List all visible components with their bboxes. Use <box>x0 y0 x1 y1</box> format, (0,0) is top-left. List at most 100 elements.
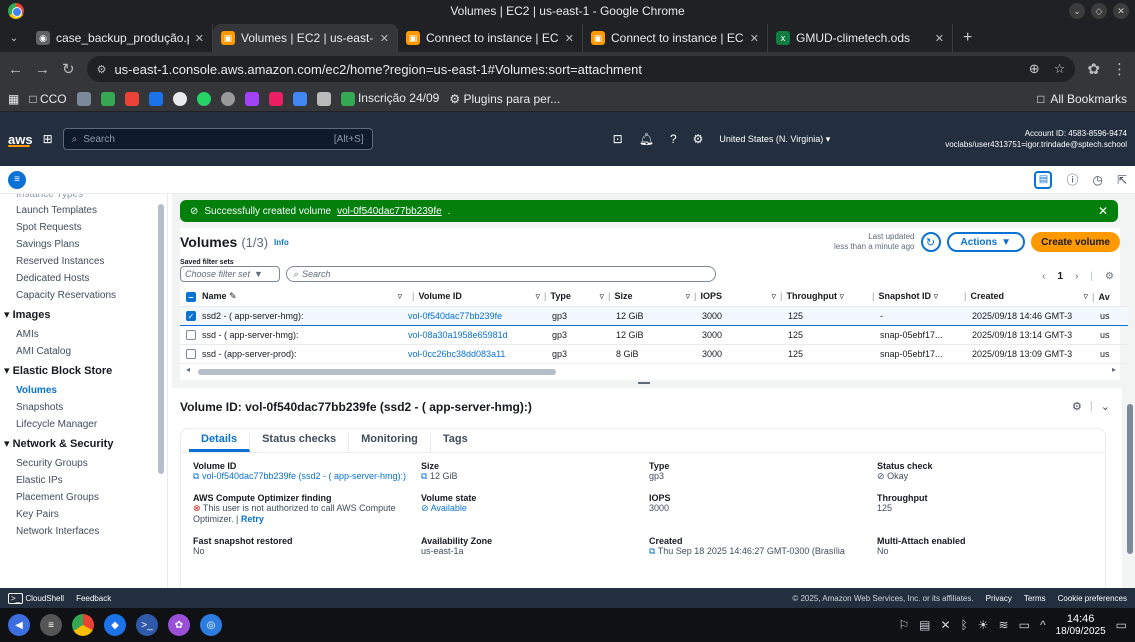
cookie-preferences-link[interactable]: Cookie preferences <box>1058 594 1127 603</box>
bookmark-star-icon[interactable]: ☆ <box>1054 61 1066 77</box>
sidebar-item-key-pairs[interactable]: Key Pairs <box>16 506 167 523</box>
privacy-link[interactable]: Privacy <box>986 594 1012 603</box>
table-horizontal-scrollbar[interactable]: ◂ ▸ <box>186 365 1116 376</box>
content-vertical-scrollbar[interactable] <box>1127 404 1133 554</box>
clock-icon[interactable]: ◷ <box>1092 173 1102 187</box>
files-icon[interactable]: ≡ <box>40 614 62 636</box>
tab-monitoring[interactable]: Monitoring <box>349 433 431 452</box>
whatsapp-icon[interactable] <box>196 91 211 106</box>
browser-tab-active[interactable]: ▣ Volumes | EC2 | us-east-1 ✕ <box>213 24 398 52</box>
split-panel-handle[interactable] <box>172 382 1135 386</box>
sidebar-item-network-interfaces[interactable]: Network Interfaces <box>16 523 167 540</box>
side-nav-toggle-icon[interactable]: ≡ <box>8 170 26 189</box>
cell-volume-id[interactable]: vol-0f540dac77bb239fe <box>402 305 540 326</box>
bookmark-icon[interactable] <box>76 91 91 106</box>
prev-page-icon[interactable]: ‹ <box>1042 271 1045 282</box>
copy-icon[interactable]: ⧉ <box>649 546 655 556</box>
scroll-thumb[interactable] <box>198 369 556 375</box>
close-tab-icon[interactable]: ✕ <box>750 32 759 45</box>
drag-handle-icon[interactable] <box>638 382 650 384</box>
app-icon[interactable]: ◆ <box>104 614 126 636</box>
close-window-icon[interactable]: ✕ <box>1113 3 1129 19</box>
account-menu[interactable]: Account ID: 4583-8596-9474 voclabs/user4… <box>945 128 1127 150</box>
col-snapshot-id[interactable]: | Snapshot ID ▿ <box>868 288 960 307</box>
sidebar-scrollbar[interactable] <box>158 204 164 474</box>
col-az[interactable]: | Av <box>1088 288 1128 307</box>
battery-icon[interactable]: ▭ <box>1019 618 1030 632</box>
row-checkbox[interactable] <box>186 329 196 340</box>
table-row[interactable]: ssd - ( app-server-hmg): vol-08a30a1958e… <box>180 325 1128 345</box>
notifications-tray-icon[interactable]: ▭ <box>1116 618 1127 632</box>
info-link[interactable]: Info <box>274 238 289 247</box>
tab-details[interactable]: Details <box>189 433 251 452</box>
cloudshell-link[interactable]: >_ CloudShell <box>8 592 64 604</box>
clipboard-icon[interactable]: ▤ <box>919 618 930 632</box>
zoom-icon[interactable]: ⊕ <box>1029 61 1040 77</box>
url-input[interactable]: ⚙ us-east-1.console.aws.amazon.com/ec2/h… <box>86 56 1076 82</box>
reload-icon[interactable]: ↻ <box>62 60 75 78</box>
bookmark-inscricao[interactable]: Inscrição 24/09 <box>340 91 439 106</box>
sidebar-item-ami-catalog[interactable]: AMI Catalog <box>16 343 167 360</box>
tab-status-checks[interactable]: Status checks <box>250 433 350 452</box>
extension-icon[interactable]: ✿ <box>1087 60 1100 78</box>
col-name[interactable]: Name ✎ ▿ <box>202 288 402 307</box>
feedback-link[interactable]: Feedback <box>76 594 111 603</box>
close-tab-icon[interactable]: ✕ <box>195 32 204 45</box>
refresh-button[interactable]: ↻ <box>920 232 941 252</box>
bookmark-icon[interactable] <box>316 91 331 106</box>
filter-set-select[interactable]: Choose filter set ▼ <box>180 266 280 282</box>
tray-app-icon[interactable]: ⚐ <box>898 618 909 632</box>
row-checkbox[interactable]: ✓ <box>186 310 196 321</box>
sidebar-item-snapshots[interactable]: Snapshots <box>16 399 167 416</box>
cell-volume-id[interactable]: vol-0cc26bc38dd083a11 <box>402 344 540 364</box>
sidebar-section-network[interactable]: ▾ Network & Security <box>4 433 167 455</box>
region-selector[interactable]: United States (N. Virginia) ▾ <box>719 134 830 145</box>
apps-icon[interactable]: ▦ <box>8 92 19 106</box>
bookmark-icon[interactable] <box>148 91 163 106</box>
app-icon[interactable]: ✿ <box>168 614 190 636</box>
tab-tags[interactable]: Tags <box>431 433 480 452</box>
col-iops[interactable]: | IOPS ▿ <box>690 288 776 307</box>
terms-link[interactable]: Terms <box>1024 594 1046 603</box>
create-volume-button[interactable]: Create volume <box>1031 232 1120 252</box>
sidebar-item-capacity-reservations[interactable]: Capacity Reservations <box>16 287 167 304</box>
bookmark-icon[interactable] <box>220 91 235 106</box>
actions-button[interactable]: Actions ▼ <box>946 232 1026 252</box>
services-grid-icon[interactable]: ⊞ <box>43 132 53 146</box>
browser-tab[interactable]: ▣ Connect to instance | EC2 ✕ <box>398 24 583 52</box>
copy-icon[interactable]: ⧉ <box>421 471 427 481</box>
close-tab-icon[interactable]: ✕ <box>565 32 574 45</box>
menu-icon[interactable]: ⋮ <box>1112 60 1127 78</box>
split-panel-icon[interactable]: ▤ <box>1034 170 1053 189</box>
external-icon[interactable]: ⇱ <box>1117 173 1127 187</box>
sidebar-item-lifecycle-manager[interactable]: Lifecycle Manager <box>16 416 167 433</box>
sidebar-item-elastic-ips[interactable]: Elastic IPs <box>16 472 167 489</box>
close-tab-icon[interactable]: ✕ <box>380 32 389 45</box>
aws-search-input[interactable]: ⌕ Search [Alt+S] <box>62 128 373 150</box>
browser-tab[interactable]: ◉ case_backup_produção.pdf ✕ <box>28 24 213 52</box>
dismiss-flash-icon[interactable]: ✕ <box>1098 204 1108 218</box>
chrome-taskbar-icon[interactable] <box>72 614 94 636</box>
cell-volume-id[interactable]: vol-08a30a1958e65981d <box>402 325 540 345</box>
bookmark-icon[interactable] <box>268 91 283 106</box>
collapse-chevron-icon[interactable]: ⌄ <box>1101 400 1110 413</box>
scroll-left-icon[interactable]: ◂ <box>186 365 190 374</box>
bookmark-icon[interactable] <box>244 91 259 106</box>
sidebar-item-spot-requests[interactable]: Spot Requests <box>16 219 167 236</box>
youtube-icon[interactable] <box>124 91 139 106</box>
help-icon[interactable]: ? <box>670 132 677 146</box>
bookmark-folder[interactable]: □ CCO <box>29 92 66 106</box>
clock[interactable]: 14:46 18/09/2025 <box>1056 613 1106 636</box>
sidebar-item-security-groups[interactable]: Security Groups <box>16 455 167 472</box>
sidebar-section-ebs[interactable]: ▾ Elastic Block Store <box>4 360 167 382</box>
retry-link[interactable]: Retry <box>241 514 264 524</box>
copy-icon[interactable]: ⧉ <box>193 471 199 481</box>
sidebar-item-launch-templates[interactable]: Launch Templates <box>16 202 167 219</box>
sidebar-item-placement-groups[interactable]: Placement Groups <box>16 489 167 506</box>
terminal-taskbar-icon[interactable]: >_ <box>136 614 158 636</box>
col-throughput[interactable]: | Throughput ▿ <box>776 288 868 307</box>
table-settings-icon[interactable]: ⚙ <box>1105 271 1114 282</box>
table-row[interactable]: ✓ ssd2 - ( app-server-hmg): vol-0f540dac… <box>180 305 1128 326</box>
mute-icon[interactable]: ✕ <box>941 618 951 632</box>
settings-icon[interactable]: ⚙ <box>1072 400 1082 413</box>
